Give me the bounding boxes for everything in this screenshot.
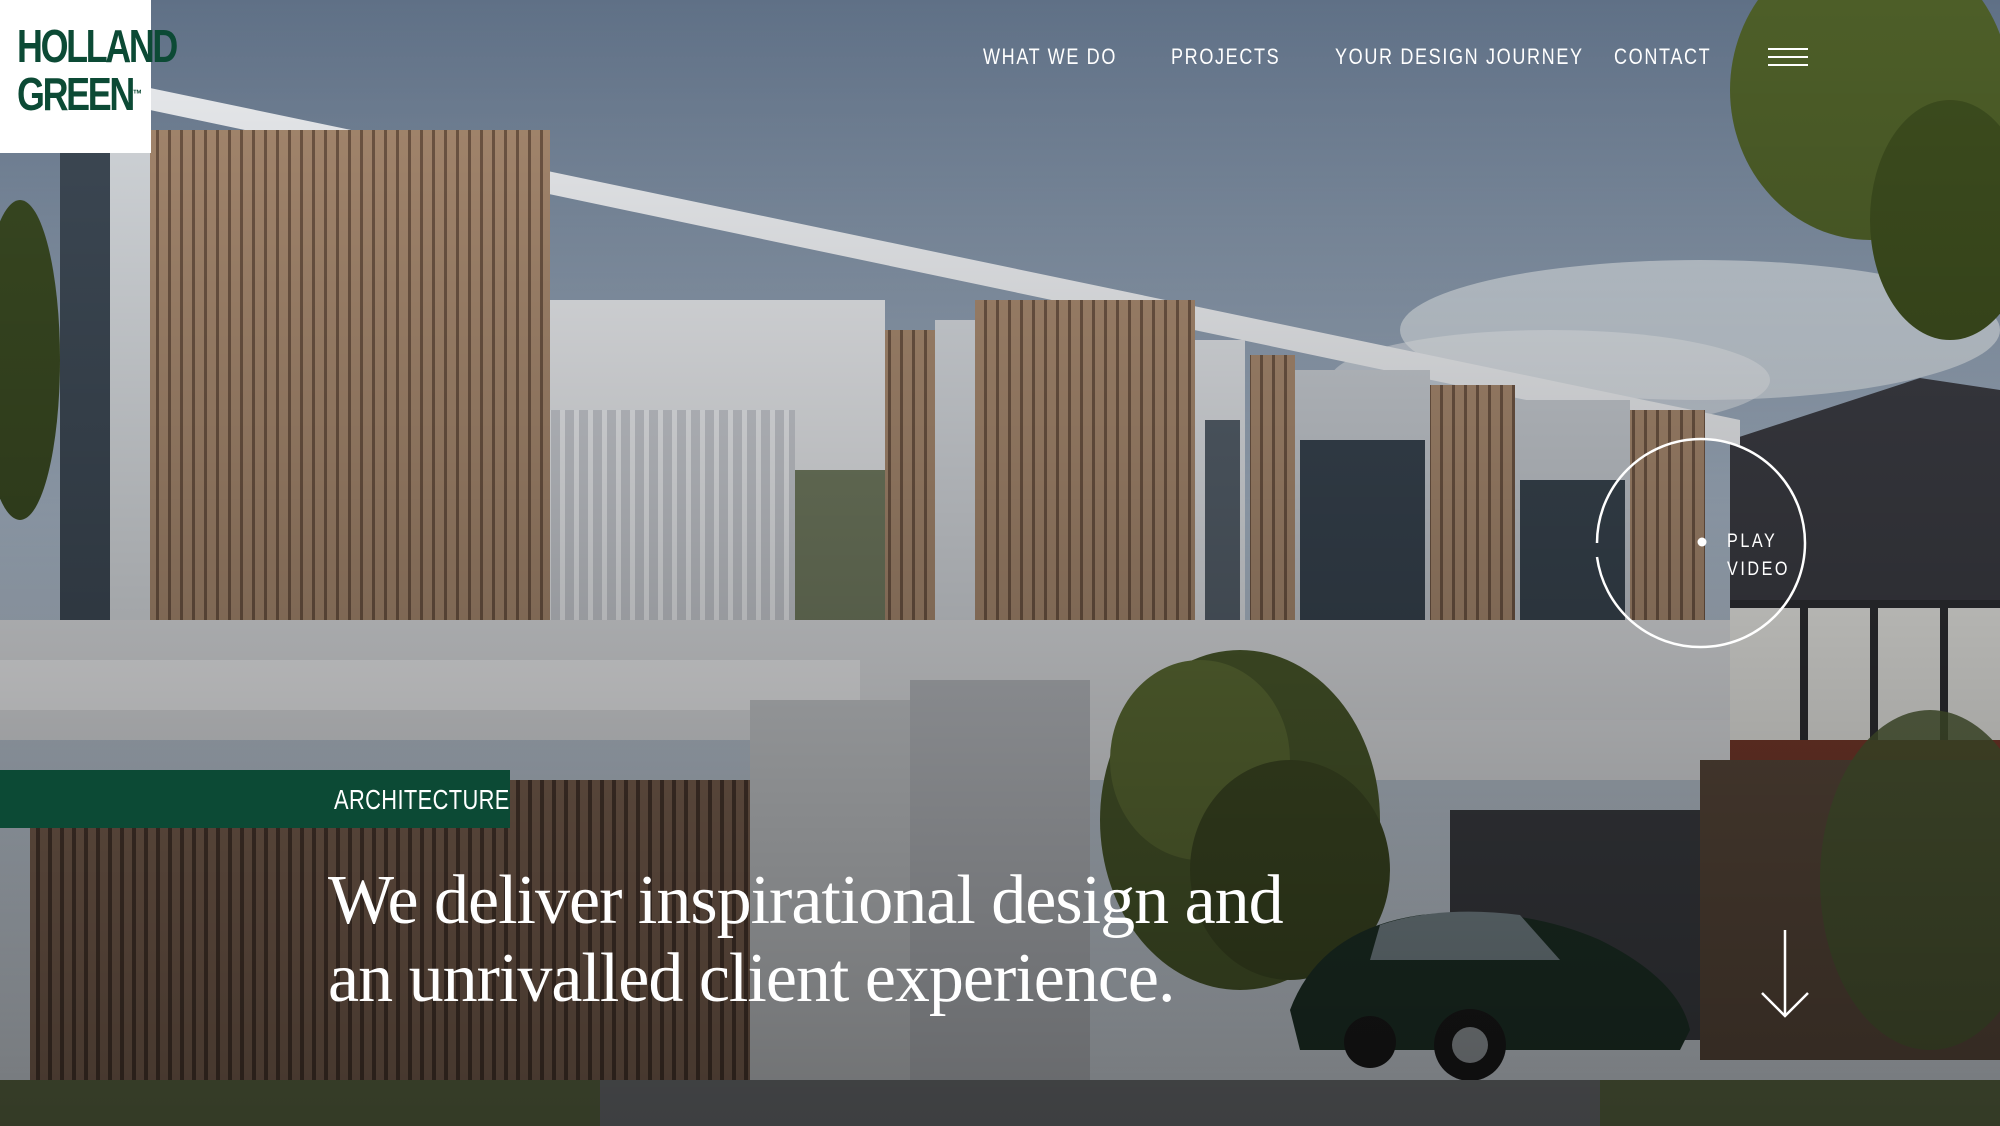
hero-headline-line2: an unrivalled client experience. [328, 940, 1175, 1017]
logo[interactable]: HOLLAND GREEN™ [0, 0, 178, 153]
nav-item-projects[interactable]: PROJECTS [1171, 44, 1280, 70]
hero-headline: We deliver inspirational design and an u… [328, 862, 1448, 1018]
logo-trademark: ™ [132, 87, 143, 101]
hamburger-icon[interactable] [1768, 48, 1808, 68]
category-tag-label: ARCHITECTURE [334, 784, 510, 815]
nav-item-your-design-journey[interactable]: YOUR DESIGN JOURNEY [1335, 44, 1584, 70]
video-label: VIDEO [1727, 559, 1791, 580]
hero-headline-line1: We deliver inspirational design and [328, 862, 1284, 939]
play-label: PLAY [1727, 531, 1778, 552]
arrow-down-icon[interactable] [1760, 928, 1810, 1020]
category-tag: ARCHITECTURE [0, 770, 510, 828]
play-video-label[interactable]: PLAY VIDEO [1727, 528, 1790, 584]
logo-line-green: GREEN™ [17, 70, 142, 118]
main-nav: WHAT WE DO PROJECTS YOUR DESIGN JOURNEY … [0, 44, 2000, 74]
logo-word-green: GREEN [17, 68, 135, 120]
nav-item-what-we-do[interactable]: WHAT WE DO [983, 44, 1117, 70]
nav-item-contact[interactable]: CONTACT [1614, 44, 1711, 70]
